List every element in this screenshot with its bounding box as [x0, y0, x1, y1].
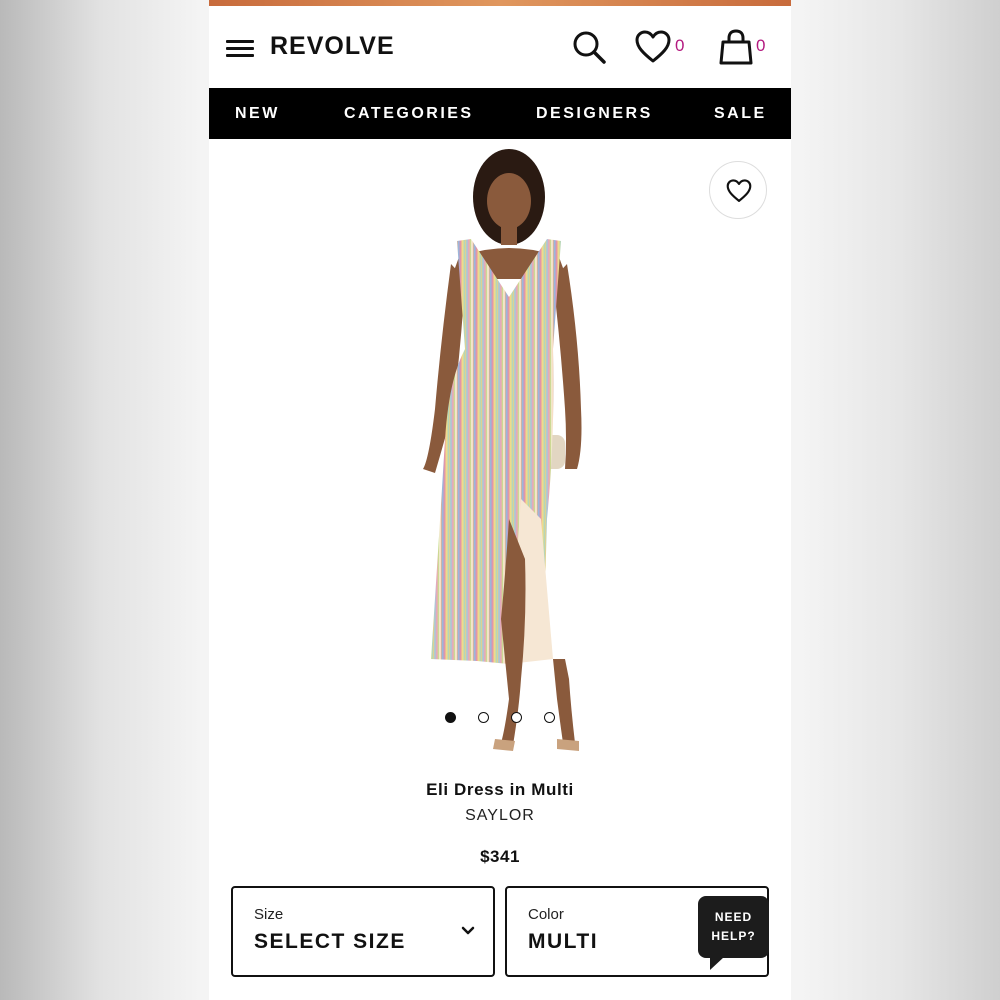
- gallery-pagination: [445, 712, 565, 726]
- product-image-gallery[interactable]: [209, 139, 791, 769]
- shopping-bag-icon[interactable]: [718, 28, 754, 66]
- color-value: MULTI: [528, 930, 599, 953]
- chevron-down-icon: [461, 926, 475, 935]
- nav-item-designers[interactable]: DESIGNERS: [536, 88, 653, 139]
- heart-outline-icon: [726, 179, 752, 202]
- color-label: Color: [528, 906, 564, 923]
- favorite-heart-button[interactable]: [709, 161, 767, 219]
- header: REVOLVE 0 0: [209, 6, 791, 88]
- size-select[interactable]: Size SELECT SIZE: [231, 886, 495, 977]
- nav-item-sale[interactable]: SALE: [714, 88, 767, 139]
- wishlist-heart-icon[interactable]: [635, 30, 671, 64]
- chat-bubble-tail: [710, 957, 724, 970]
- gallery-dot-4[interactable]: [544, 712, 555, 723]
- help-text-line2: HELP?: [711, 929, 756, 943]
- need-help-chat-button[interactable]: NEED HELP?: [698, 896, 769, 970]
- gallery-dot-3[interactable]: [511, 712, 522, 723]
- nav-item-categories[interactable]: CATEGORIES: [344, 88, 474, 139]
- category-nav: NEW CATEGORIES DESIGNERS SALE: [209, 88, 791, 139]
- product-brand-link[interactable]: SAYLOR: [209, 807, 791, 825]
- size-value: SELECT SIZE: [254, 930, 406, 953]
- gallery-dot-1[interactable]: [445, 712, 456, 723]
- gallery-dot-2[interactable]: [478, 712, 489, 723]
- product-photo: [423, 149, 582, 751]
- product-price: $341: [480, 847, 520, 866]
- bag-count: 0: [756, 36, 766, 55]
- size-label: Size: [254, 906, 284, 923]
- product-name: Eli Dress in Multi: [426, 780, 574, 799]
- hamburger-menu-icon[interactable]: [226, 40, 254, 58]
- revolve-logo[interactable]: REVOLVE: [270, 32, 395, 61]
- search-icon[interactable]: [571, 29, 607, 65]
- app-screen: REVOLVE 0 0 NEW CATEGORIES DESIGNERS SAL…: [209, 0, 791, 1000]
- wishlist-count: 0: [675, 36, 685, 55]
- nav-item-new[interactable]: NEW: [235, 88, 280, 139]
- help-text-line1: NEED: [714, 910, 753, 924]
